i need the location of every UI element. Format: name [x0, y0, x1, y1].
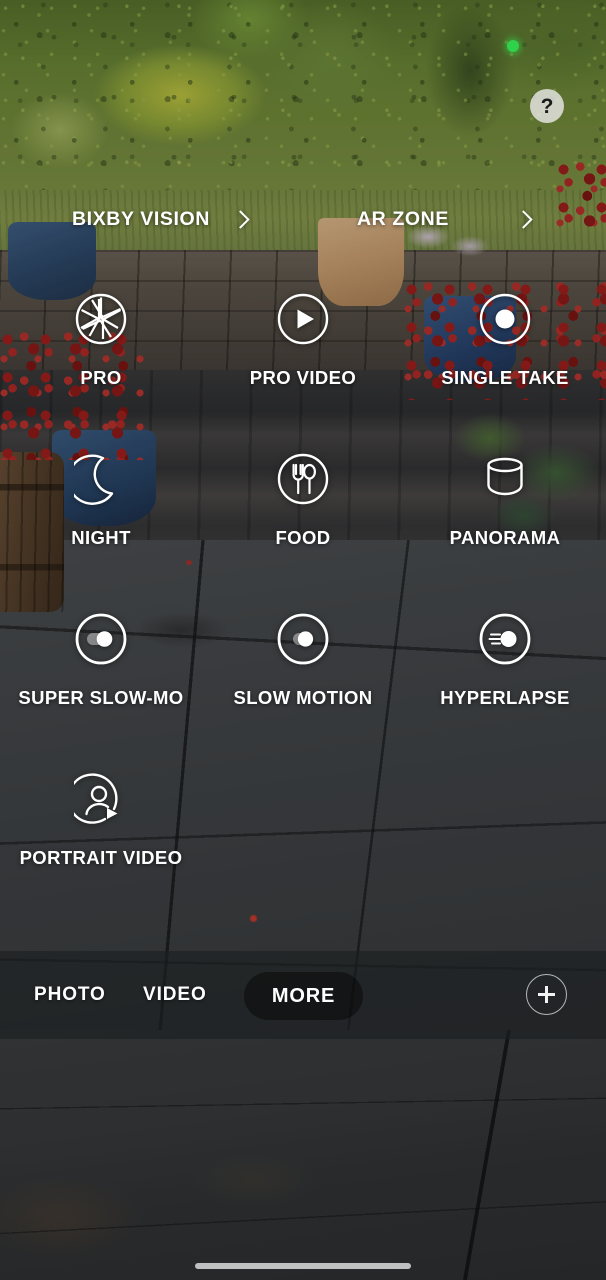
camera-in-use-indicator-dot	[507, 40, 519, 52]
home-indicator[interactable]	[195, 1263, 411, 1269]
tab-more[interactable]: MORE	[244, 972, 363, 1020]
cutlery-icon	[274, 450, 332, 508]
slow-motion-icon	[274, 610, 332, 668]
chevron-right-icon	[231, 209, 250, 229]
mode-slow-motion[interactable]: SLOW MOTION	[202, 610, 404, 770]
mode-hyperlapse[interactable]: HYPERLAPSE	[404, 610, 606, 770]
mode-label: SLOW MOTION	[233, 687, 373, 708]
mode-label: PORTRAIT VIDEO	[19, 847, 183, 868]
help-glyph: ?	[540, 94, 554, 118]
shortcut-ar-zone[interactable]: AR ZONE	[303, 186, 606, 252]
camera-app-screen: ? BIXBY VISION AR ZONE PRO PRO VIDEO SIN…	[0, 0, 606, 1280]
mode-label: PRO	[80, 367, 122, 388]
super-slow-motion-icon	[72, 610, 130, 668]
help-icon[interactable]: ?	[530, 89, 564, 123]
mode-label: PANORAMA	[449, 527, 561, 548]
mode-pro-video[interactable]: PRO VIDEO	[202, 290, 404, 450]
mode-slot-empty	[202, 770, 404, 930]
mode-super-slow-mo[interactable]: SUPER SLOW-MO	[0, 610, 202, 770]
mode-slot-empty	[404, 770, 606, 930]
mode-row: PORTRAIT VIDEO	[0, 770, 606, 930]
mode-night[interactable]: NIGHT	[0, 450, 202, 610]
mode-row: SUPER SLOW-MO SLOW MOTION HYPERLAPSE	[0, 610, 606, 770]
aperture-icon	[72, 290, 130, 348]
mode-label: PRO VIDEO	[249, 367, 357, 388]
mode-label: SINGLE TAKE	[441, 367, 569, 388]
top-shortcut-row: BIXBY VISION AR ZONE	[0, 186, 606, 252]
camera-mode-bar: PHOTO VIDEO MORE	[0, 951, 606, 1039]
panorama-icon	[476, 450, 534, 508]
play-circle-icon	[274, 290, 332, 348]
mode-portrait-video[interactable]: PORTRAIT VIDEO	[0, 770, 202, 930]
mode-label: HYPERLAPSE	[440, 687, 570, 708]
mode-row: PRO PRO VIDEO SINGLE TAKE	[0, 290, 606, 450]
tab-video[interactable]: VIDEO	[143, 984, 207, 1006]
chevron-right-icon	[514, 209, 533, 229]
shortcut-label: AR ZONE	[357, 207, 449, 230]
mode-pro[interactable]: PRO	[0, 290, 202, 450]
shortcut-label: BIXBY VISION	[72, 207, 210, 230]
camera-mode-grid: PRO PRO VIDEO SINGLE TAKE NIGHT FOOD PAN…	[0, 290, 606, 930]
single-take-icon	[476, 290, 534, 348]
plus-icon	[545, 986, 548, 1003]
mode-label: SUPER SLOW-MO	[18, 687, 184, 708]
tab-more-label: MORE	[271, 984, 336, 1007]
mode-row: NIGHT FOOD PANORAMA	[0, 450, 606, 610]
mode-food[interactable]: FOOD	[202, 450, 404, 610]
mode-panorama[interactable]: PANORAMA	[404, 450, 606, 610]
hyperlapse-icon	[476, 610, 534, 668]
shortcut-bixby-vision[interactable]: BIXBY VISION	[0, 186, 303, 252]
portrait-video-icon	[72, 770, 130, 828]
add-mode-button[interactable]	[526, 974, 567, 1015]
tab-photo[interactable]: PHOTO	[34, 984, 106, 1006]
mode-label: FOOD	[275, 527, 331, 548]
moon-icon	[72, 450, 130, 508]
mode-label: NIGHT	[71, 527, 131, 548]
mode-single-take[interactable]: SINGLE TAKE	[404, 290, 606, 450]
